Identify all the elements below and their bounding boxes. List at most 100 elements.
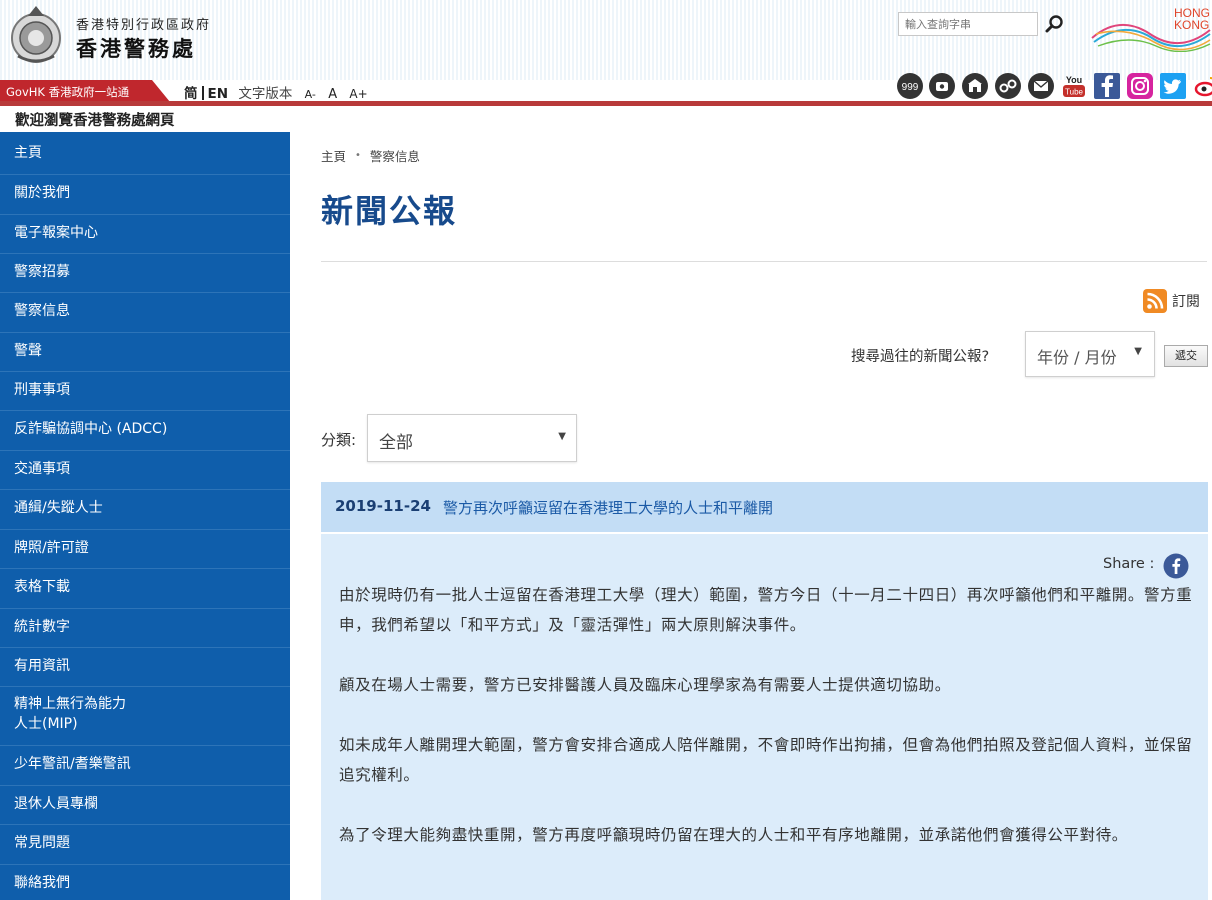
breadcrumb: 主頁 • 警察信息 [321, 146, 420, 165]
sidebar-item-faq[interactable]: 常見問題 [0, 825, 290, 865]
news-date: 2019-11-24 [335, 497, 431, 515]
welcome-text: 歡迎瀏覽香港警務處網頁 [15, 113, 175, 129]
submit-button[interactable]: 遞交 [1164, 345, 1208, 367]
emergency-999-icon[interactable]: 999 [896, 72, 924, 100]
lang-simplified-link[interactable]: 简 [184, 86, 198, 102]
news-paragraph: 為了令理大能夠盡快重開，警方再度呼籲現時仍留在理大的人士和平有序地離開，並承諾他… [339, 826, 1128, 844]
site-search-input[interactable] [898, 12, 1038, 36]
sidebar-item-label: 警聲 [14, 343, 42, 359]
facebook-share-icon[interactable] [1163, 553, 1189, 579]
sidebar-item-label: 退休人員專欄 [14, 796, 98, 812]
sidebar-item-label: 電子報案中心 [14, 225, 98, 241]
twitter-icon[interactable] [1159, 72, 1187, 100]
youtube-icon[interactable]: You Tube [1060, 72, 1088, 100]
sidebar-item-label: 關於我們 [14, 185, 70, 201]
sidebar-item-mip[interactable]: 精神上無行為能力 人士(MIP) [0, 687, 290, 746]
sidebar-item-label: 有用資訊 [14, 658, 70, 674]
sidebar-item-label: 常見問題 [14, 835, 70, 851]
category-select-value: 全部 [379, 433, 413, 453]
weibo-icon[interactable] [1192, 72, 1212, 100]
sidebar-item-e-report[interactable]: 電子報案中心 [0, 215, 290, 254]
breadcrumb-home[interactable]: 主頁 [321, 149, 346, 164]
search-icon[interactable] [1044, 14, 1064, 34]
breadcrumb-section[interactable]: 警察信息 [370, 149, 420, 164]
sidebar-item-recruitment[interactable]: 警察招募 [0, 254, 290, 293]
instagram-icon[interactable] [1126, 72, 1154, 100]
sidebar-item-contact[interactable]: 聯絡我們 [0, 865, 290, 900]
sidebar-item-traffic[interactable]: 交通事項 [0, 451, 290, 490]
chevron-down-icon: ▼ [558, 431, 566, 442]
sidebar-item-label: 表格下載 [14, 579, 70, 595]
police-station-icon[interactable] [961, 72, 989, 100]
news-item-body: Share : 由於現時仍有一批人士逗留在香港理工大學（理大）範圍，警方今日（十… [321, 534, 1208, 900]
sidebar-item-about[interactable]: 關於我們 [0, 175, 290, 215]
sidebar-item-label: 反詐騙協調中心 (ADCC) [14, 421, 168, 437]
year-month-select[interactable]: 年份 / 月份 ▼ [1025, 331, 1155, 377]
sidebar-item-label: 交通事項 [14, 461, 70, 477]
sidebar-item-label: 刑事事項 [14, 382, 70, 398]
search-past-label: 搜尋過往的新聞公報? [851, 349, 990, 365]
share-label: Share : [1103, 556, 1155, 572]
header-red-divider [0, 101, 1212, 106]
sidebar-item-useful-info[interactable]: 有用資訊 [0, 648, 290, 687]
sidebar-nav: 主頁 關於我們 電子報案中心 警察招募 警察信息 警聲 刑事事項 反詐騙協調中心… [0, 132, 290, 900]
news-title-link[interactable]: 警方再次呼籲逗留在香港理工大學的人士和平離開 [443, 497, 773, 518]
department-name[interactable]: 香港警務處 [76, 33, 196, 63]
sidebar-item-label: 警察招募 [14, 264, 70, 280]
rss-icon[interactable] [1143, 289, 1167, 313]
language-font-controls: 简 EN 文字版本 A- A A+ [184, 82, 368, 102]
top-toolbar: GovHK 香港政府一站通 简 EN 文字版本 A- A A+ 999 You … [0, 73, 1212, 102]
youtube-text-tube: Tube [1065, 88, 1083, 97]
site-header: 香港特別行政區政府 香港警務處 HONG KONG [0, 0, 1212, 80]
subscribe-link[interactable]: 訂閱 [1172, 291, 1200, 311]
sidebar-item-label: 牌照/許可證 [14, 540, 89, 556]
sidebar-item-label: 少年警訊/耆樂警訊 [14, 756, 131, 772]
sidebar-item-label: 通緝/失蹤人士 [14, 500, 103, 516]
sidebar-item-home[interactable]: 主頁 [0, 132, 290, 175]
police-crest-icon[interactable] [8, 4, 64, 66]
sidebar-item-label: 警察信息 [14, 303, 70, 319]
sidebar-item-wanted-missing[interactable]: 通緝/失蹤人士 [0, 490, 290, 530]
sidebar-item-label-line2: 人士(MIP) [14, 716, 78, 732]
sidebar-item-label: 主頁 [14, 145, 42, 161]
sidebar-item-crime[interactable]: 刑事事項 [0, 372, 290, 411]
sidebar-item-label: 聯絡我們 [14, 875, 70, 891]
brand-text-kong: KONG [1174, 18, 1209, 32]
sidebar-item-label: 精神上無行為能力 [14, 696, 126, 712]
year-month-select-value: 年份 / 月份 [1037, 348, 1117, 367]
icon-999-text: 999 [902, 82, 919, 93]
sidebar-item-licences[interactable]: 牌照/許可證 [0, 530, 290, 569]
font-large-button[interactable]: A+ [349, 87, 367, 101]
email-icon[interactable] [1027, 72, 1055, 100]
category-label: 分類: [321, 431, 357, 449]
title-divider [321, 261, 1207, 262]
sidebar-item-label: 統計數字 [14, 619, 70, 635]
sidebar-item-offbeat[interactable]: 警聲 [0, 333, 290, 372]
page-title: 新聞公報 [321, 192, 458, 230]
news-paragraph: 如未成年人離開理大範圍，警方會安排合適成人陪伴離開，不會即時作出拘捕，但會為他們… [339, 736, 1193, 784]
chevron-down-icon: ▼ [1134, 346, 1142, 357]
text-version-link[interactable]: 文字版本 [238, 86, 292, 102]
sidebar-item-police-info[interactable]: 警察信息 [0, 293, 290, 333]
font-normal-button[interactable]: A [328, 87, 337, 102]
govhk-label: GovHK 香港政府一站通 [6, 85, 130, 99]
brand-hong-kong-logo[interactable]: HONG KONG [1090, 4, 1212, 52]
lang-english-link[interactable]: EN [208, 86, 229, 102]
breadcrumb-separator: • [355, 150, 361, 161]
phone-icon[interactable] [928, 72, 956, 100]
sidebar-item-statistics[interactable]: 統計數字 [0, 609, 290, 648]
govhk-link[interactable]: GovHK 香港政府一站通 [0, 80, 170, 102]
sidebar-item-forms[interactable]: 表格下載 [0, 569, 290, 609]
facebook-icon[interactable] [1093, 72, 1121, 100]
handcuffs-icon[interactable] [994, 72, 1022, 100]
sidebar-item-adcc[interactable]: 反詐騙協調中心 (ADCC) [0, 411, 290, 451]
sidebar-item-jpc-senior[interactable]: 少年警訊/耆樂警訊 [0, 746, 290, 786]
lang-separator [201, 86, 204, 100]
font-small-button[interactable]: A- [305, 88, 316, 101]
category-select[interactable]: 全部 ▼ [367, 414, 577, 462]
sidebar-item-retirees[interactable]: 退休人員專欄 [0, 786, 290, 825]
news-paragraph: 由於現時仍有一批人士逗留在香港理工大學（理大）範圍，警方今日（十一月二十四日）再… [339, 586, 1193, 634]
news-paragraph: 顧及在場人士需要，警方已安排醫護人員及臨床心理學家為有需要人士提供適切協助。 [339, 676, 951, 694]
news-item-header[interactable]: 2019-11-24 警方再次呼籲逗留在香港理工大學的人士和平離開 [321, 482, 1208, 532]
government-name: 香港特別行政區政府 [76, 18, 212, 33]
